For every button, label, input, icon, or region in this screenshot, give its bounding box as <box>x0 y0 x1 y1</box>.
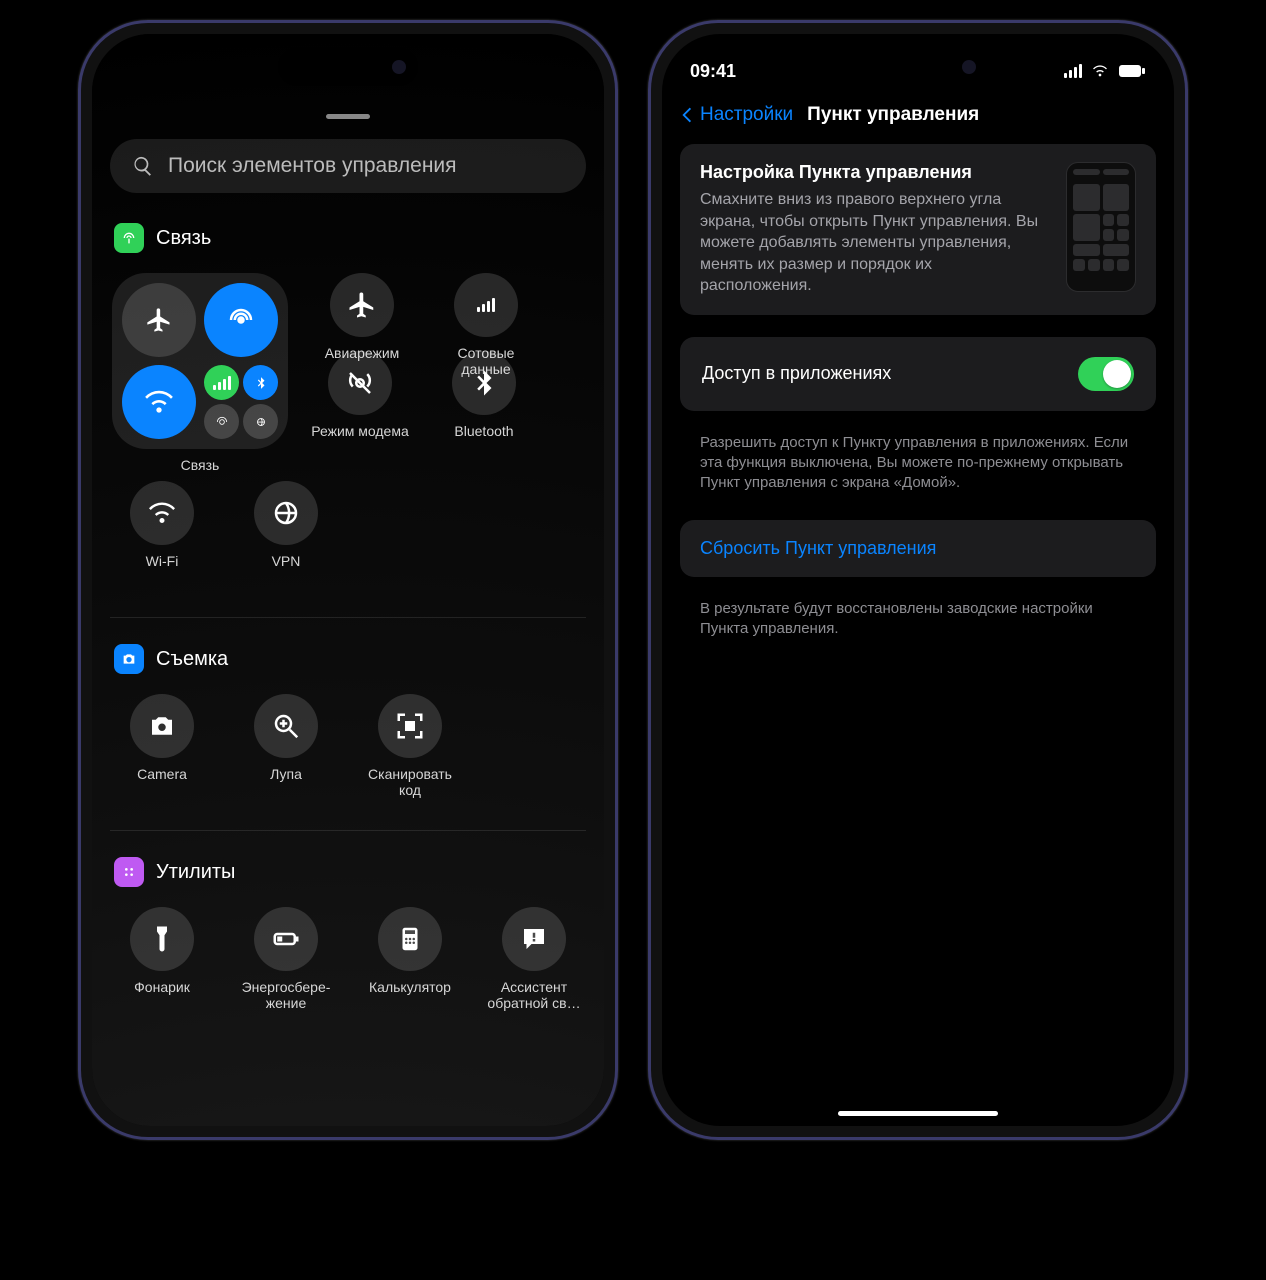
dots-icon <box>114 857 144 887</box>
search-placeholder: Поиск элементов управления <box>168 154 457 178</box>
tile-camera[interactable]: Camera <box>112 694 212 800</box>
tile-label: Режим модема <box>311 423 409 457</box>
magnifier-icon <box>254 694 318 758</box>
camera-icon <box>114 644 144 674</box>
dynamic-island <box>278 48 418 86</box>
tile-hotspot[interactable]: Режим модема <box>310 351 410 457</box>
section-divider <box>110 830 586 831</box>
tile-label: VPN <box>272 553 301 587</box>
battery-icon <box>1118 64 1146 78</box>
intro-body: Смахните вниз из правого верхнего угла э… <box>700 189 1048 297</box>
battery-low-icon <box>254 907 318 971</box>
switch-label: Доступ в приложениях <box>702 363 891 384</box>
tile-wifi[interactable]: Wi-Fi <box>112 481 212 587</box>
camera-icon <box>130 694 194 758</box>
tile-label: Ассистент обратной св… <box>484 979 584 1013</box>
sheet-grabber[interactable] <box>326 114 370 119</box>
tile-vpn[interactable]: VPN <box>236 481 336 587</box>
section-title: Связь <box>156 227 211 250</box>
tile-label: Лупа <box>270 766 302 800</box>
access-in-apps-row: Доступ в приложениях <box>680 337 1156 411</box>
search-icon <box>132 155 154 177</box>
tile-label: Калькулятор <box>369 979 451 1013</box>
intro-title: Настройка Пункта управления <box>700 162 1048 183</box>
connectivity-module[interactable] <box>112 273 288 449</box>
tile-label: Camera <box>137 766 187 800</box>
home-indicator[interactable] <box>838 1111 998 1116</box>
phone-right: 09:41 Настройки Пункт управления Настро <box>648 20 1188 1140</box>
tile-label: Энергосбере­жение <box>236 979 336 1013</box>
reset-button[interactable]: Сбросить Пункт управления <box>700 538 936 558</box>
tile-flashlight[interactable]: Фонарик <box>112 907 212 1013</box>
switch-knob <box>1103 360 1131 388</box>
search-input[interactable]: Поиск элементов управления <box>110 139 586 193</box>
cellular-icon <box>204 365 239 400</box>
chat-alert-icon <box>502 907 566 971</box>
tile-lowpower[interactable]: Энергосбере­жение <box>236 907 336 1013</box>
tile-label: Сканировать код <box>360 766 460 800</box>
page-title: Пункт управления <box>807 104 979 126</box>
flashlight-icon <box>130 907 194 971</box>
section-title: Утилиты <box>156 861 235 884</box>
switch-footnote: Разрешить доступ к Пункту управления в п… <box>680 433 1156 494</box>
section-utilities-header: Утилиты <box>110 849 586 901</box>
tile-calculator[interactable]: Калькулятор <box>360 907 460 1013</box>
antenna-icon <box>114 223 144 253</box>
reset-footnote: В результате будут восстановлены заводск… <box>680 599 1156 640</box>
tile-feedback-assistant[interactable]: Ассистент обратной св… <box>484 907 584 1013</box>
section-title: Съемка <box>156 648 228 671</box>
bluetooth-icon <box>243 365 278 400</box>
section-capture-header: Съемка <box>110 636 586 688</box>
settings-controlcenter-page: 09:41 Настройки Пункт управления Настро <box>662 34 1174 1126</box>
hotspot-icon <box>328 351 392 415</box>
intro-card: Настройка Пункта управления Смахните вни… <box>680 144 1156 315</box>
reset-row[interactable]: Сбросить Пункт управления <box>680 520 1156 577</box>
tile-label: Wi-Fi <box>146 553 179 587</box>
nav-bar: Настройки Пункт управления <box>662 90 1174 144</box>
cellular-icon <box>454 273 518 337</box>
airplane-toggle[interactable] <box>122 283 196 357</box>
bluetooth-icon <box>452 351 516 415</box>
section-divider <box>110 617 586 618</box>
wifi-toggle[interactable] <box>122 365 196 439</box>
control-center-preview-icon <box>1066 162 1136 292</box>
connectivity-subcontrols[interactable] <box>204 365 278 439</box>
vpn-icon <box>254 481 318 545</box>
status-time: 09:41 <box>690 61 736 82</box>
airdrop-toggle[interactable] <box>204 283 278 357</box>
tile-label: Bluetooth <box>454 423 513 457</box>
tile-label: Фонарик <box>134 979 190 1013</box>
tile-magnifier[interactable]: Лупа <box>236 694 336 800</box>
hotspot-icon <box>204 404 239 439</box>
control-center-gallery: Поиск элементов управления Связь <box>92 34 604 1126</box>
tile-bluetooth[interactable]: Bluetooth <box>434 351 534 457</box>
chevron-left-icon <box>676 104 698 126</box>
qr-scan-icon <box>378 694 442 758</box>
cellular-signal-icon <box>1064 64 1082 78</box>
dynamic-island <box>848 48 988 86</box>
airplane-icon <box>330 273 394 337</box>
tile-label: Связь <box>181 457 220 473</box>
calculator-icon <box>378 907 442 971</box>
access-in-apps-switch[interactable] <box>1078 357 1134 391</box>
back-button[interactable]: Настройки <box>676 104 793 126</box>
section-connectivity-header: Связь <box>110 215 586 267</box>
vpn-icon <box>243 404 278 439</box>
wifi-icon <box>1090 63 1110 79</box>
back-label: Настройки <box>700 104 793 126</box>
wifi-icon <box>130 481 194 545</box>
tile-scan-qr[interactable]: Сканировать код <box>360 694 460 800</box>
phone-left: Поиск элементов управления Связь <box>78 20 618 1140</box>
